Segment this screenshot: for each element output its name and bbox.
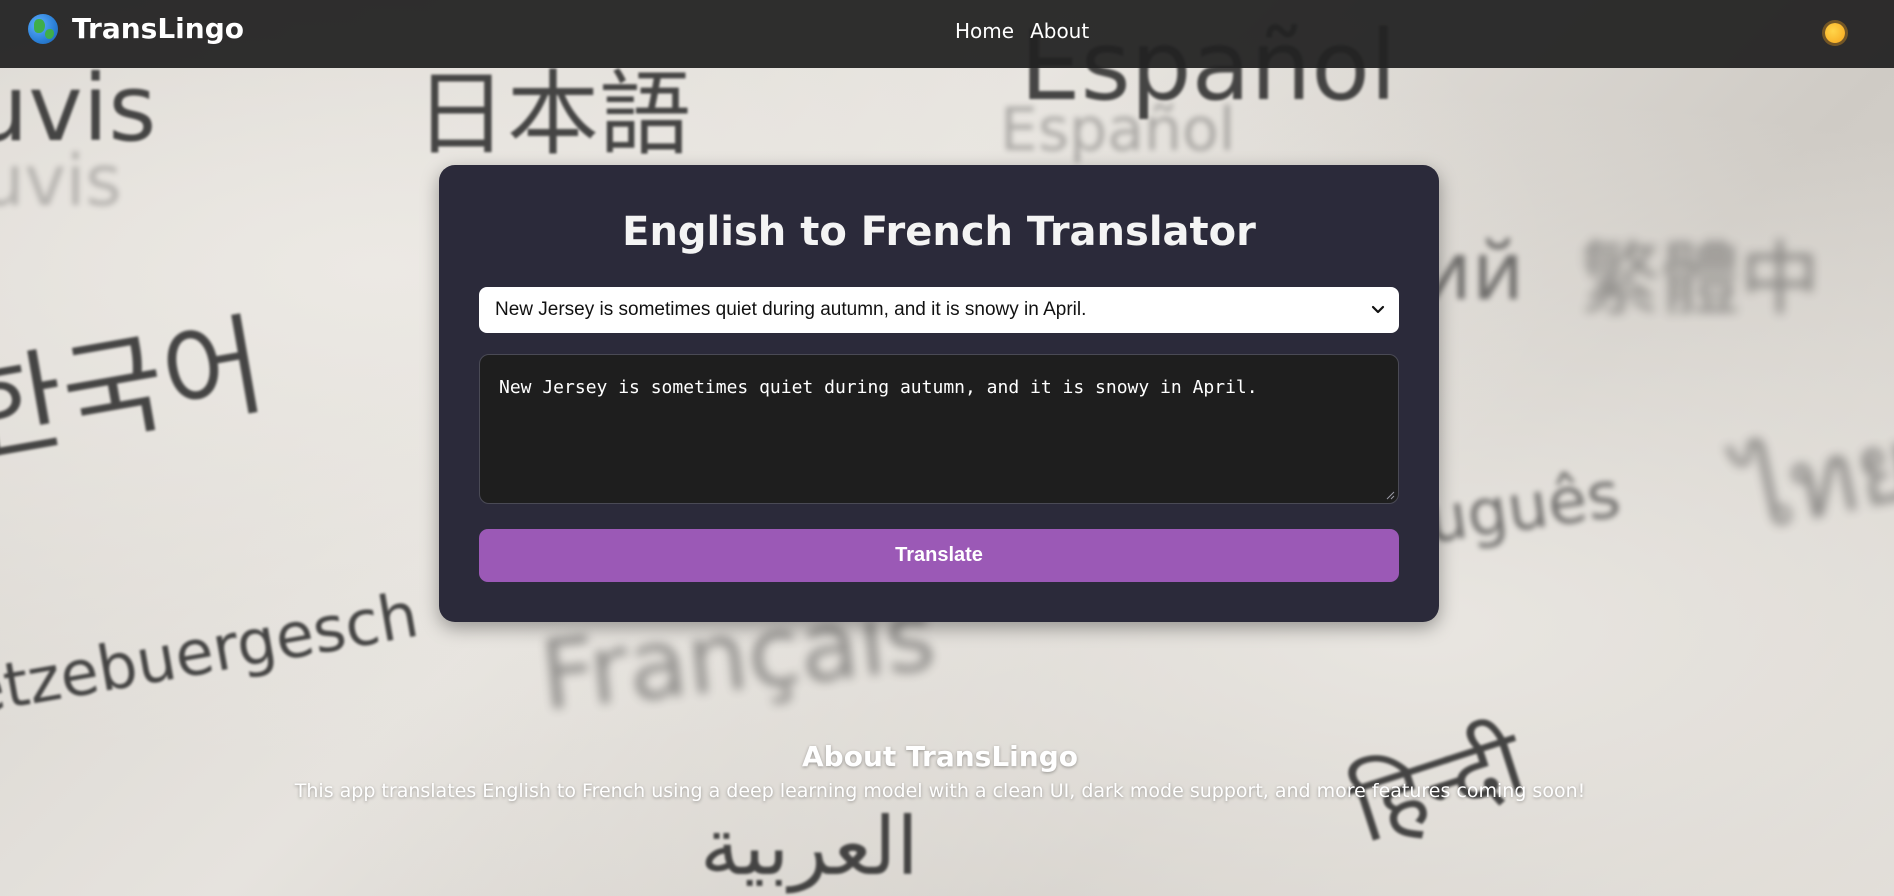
bg-word: 한국어 <box>0 300 275 480</box>
resize-grip-icon[interactable] <box>1385 490 1395 500</box>
bg-word: Español <box>1000 95 1236 165</box>
sentence-select[interactable]: New Jersey is sometimes quiet during aut… <box>479 287 1399 333</box>
nav-link-home[interactable]: Home <box>955 19 1014 43</box>
sentence-select-value: New Jersey is sometimes quiet during aut… <box>495 299 1087 320</box>
bg-word: 繁體中 <box>1580 233 1820 326</box>
sun-icon <box>1825 23 1845 43</box>
bg-word: العربية <box>700 800 919 893</box>
nav-link-about[interactable]: About <box>1030 19 1089 43</box>
brand-name: TransLingo <box>72 12 244 45</box>
theme-toggle-button[interactable] <box>1820 18 1850 48</box>
about-text: This app translates English to French us… <box>294 780 1586 802</box>
translator-card: English to French Translator New Jersey … <box>439 165 1439 622</box>
bg-word: uvis <box>0 140 122 222</box>
about-title: About TransLingo <box>802 740 1078 773</box>
card-title: English to French Translator <box>622 209 1256 255</box>
input-textarea[interactable]: New Jersey is sometimes quiet during aut… <box>479 354 1399 504</box>
brand[interactable]: TransLingo <box>28 12 244 45</box>
bg-word: ไทย <box>1729 404 1894 555</box>
nav-links: Home About <box>955 19 1105 43</box>
chevron-down-icon <box>1371 305 1385 314</box>
translate-button[interactable]: Translate <box>479 529 1399 582</box>
input-text: New Jersey is sometimes quiet during aut… <box>499 377 1258 398</box>
globe-icon <box>28 13 58 44</box>
bg-word: Lëtzebuergesch <box>0 577 424 736</box>
navbar: TransLingo Home About <box>0 0 1894 68</box>
